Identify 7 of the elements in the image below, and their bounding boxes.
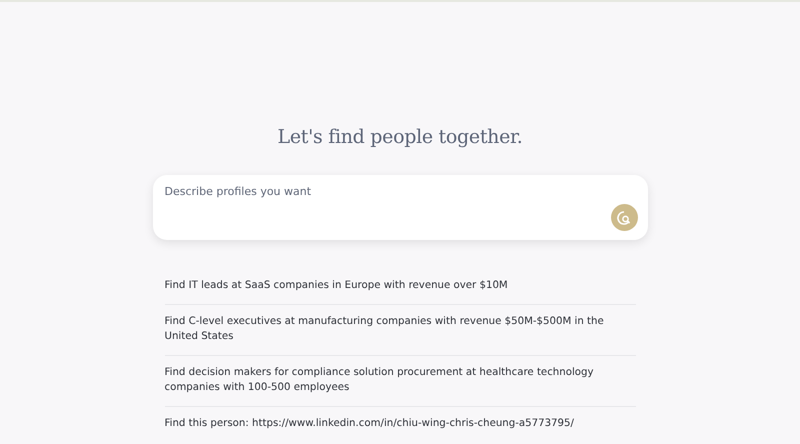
search-icon <box>616 210 632 226</box>
page-heading: Let's find people together. <box>276 125 524 150</box>
search-field[interactable]: Describe profiles you want <box>152 175 648 240</box>
suggestion-item[interactable]: Find C-level executives at manufacturing companies with revenue $50M-$500M in the United States <box>164 304 636 356</box>
suggestion-item[interactable]: Find IT leads at SaaS companies in Europe with revenue over $10M <box>164 278 636 304</box>
suggestion-item[interactable]: Find this person: https://www.linkedin.com/in/chiu-wing-chris-cheung-a5773795/ <box>164 406 636 441</box>
suggestion-item[interactable]: Find decision makers for compliance solution procurement at healthcare technology companies with 100-500 employees <box>164 356 636 406</box>
